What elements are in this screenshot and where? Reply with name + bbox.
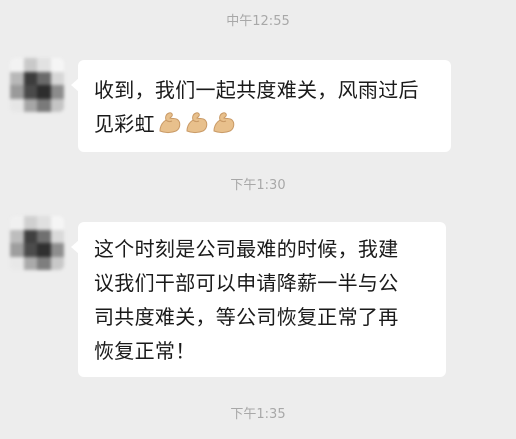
message-timestamp: 下午1:35 <box>230 407 286 422</box>
message-text-line: 司共度难关，等公司恢复正常了再 <box>94 305 399 329</box>
flexed-biceps-icon <box>186 112 208 133</box>
message-timestamp: 下午1:30 <box>230 178 286 193</box>
message-text-line: 收到，我们一起共度难关，风雨过后 <box>94 78 419 102</box>
message-bubble[interactable]: 收到，我们一起共度难关，风雨过后 见彩虹 <box>71 60 451 152</box>
flexed-biceps-icon <box>159 112 181 133</box>
avatar[interactable] <box>10 216 64 270</box>
flexed-biceps-icon <box>213 112 235 133</box>
message-text-line: 见彩虹 <box>94 107 437 141</box>
chat-window: 中午12:55 收到，我们一起共度难关，风雨过后 见彩虹 下午1:30 这个时刻… <box>0 0 516 439</box>
message-text-line: 这个时刻是公司最难的时候，我建 <box>94 237 399 261</box>
message-text-line: 议我们干部可以申请降薪一半与公 <box>94 271 399 295</box>
message-text-line: 恢复正常！ <box>94 339 196 363</box>
message-text-fragment: 见彩虹 <box>94 112 155 136</box>
avatar[interactable] <box>10 58 64 112</box>
message-timestamp: 中午12:55 <box>226 14 290 29</box>
emoji-group <box>157 110 237 134</box>
message-bubble[interactable]: 这个时刻是公司最难的时候，我建 议我们干部可以申请降薪一半与公 司共度难关，等公… <box>71 222 446 377</box>
